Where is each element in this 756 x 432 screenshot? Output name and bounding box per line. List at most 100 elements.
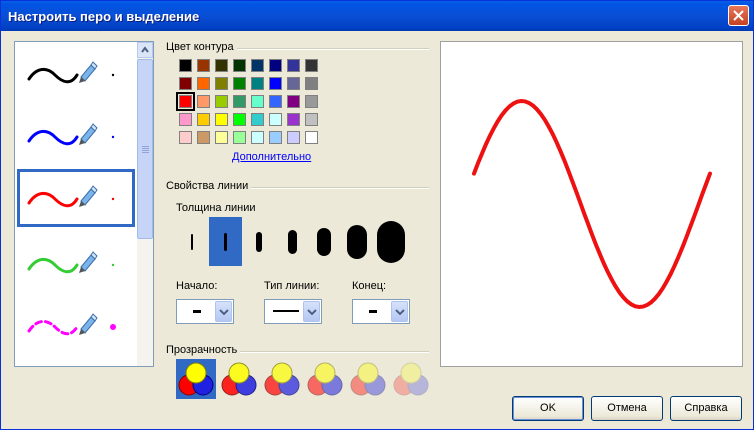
- line-type-select[interactable]: [264, 299, 322, 324]
- color-swatch[interactable]: [287, 131, 300, 144]
- end-cap-dropdown-button[interactable]: [391, 301, 408, 322]
- pen-sample: [27, 185, 115, 208]
- close-button[interactable]: [728, 5, 749, 26]
- color-swatch[interactable]: [305, 131, 318, 144]
- color-swatch[interactable]: [269, 131, 282, 144]
- thickness-mark: [191, 233, 193, 250]
- window-title: Настроить перо и выделение: [8, 9, 200, 24]
- transparency-option[interactable]: [262, 359, 302, 399]
- solid-line-icon: [273, 310, 299, 312]
- pen-settings-dialog: Настроить перо и выделение Цвет контура …: [0, 0, 754, 430]
- title-bar[interactable]: Настроить перо и выделение: [1, 1, 753, 31]
- start-label: Начало:: [176, 280, 218, 292]
- color-swatch[interactable]: [251, 59, 264, 72]
- thickness-option[interactable]: [209, 217, 242, 266]
- thickness-mark: [347, 224, 367, 259]
- color-swatch[interactable]: [179, 59, 192, 72]
- help-button[interactable]: Справка: [670, 396, 742, 421]
- color-swatch[interactable]: [233, 77, 246, 90]
- transparency-circles-icon: [178, 362, 214, 396]
- end-cap-select[interactable]: [352, 299, 410, 324]
- color-swatch[interactable]: [215, 77, 228, 90]
- color-swatch[interactable]: [197, 59, 210, 72]
- color-swatch[interactable]: [197, 77, 210, 90]
- scroll-thumb[interactable]: [137, 59, 153, 239]
- chevron-down-icon: [395, 309, 405, 316]
- color-swatch[interactable]: [215, 59, 228, 72]
- close-icon: [733, 10, 744, 21]
- color-swatch[interactable]: [215, 113, 228, 126]
- color-swatch[interactable]: [305, 113, 318, 126]
- color-swatch[interactable]: [287, 95, 300, 108]
- thickness-option[interactable]: [312, 217, 336, 266]
- color-swatch[interactable]: [269, 95, 282, 108]
- more-colors-link[interactable]: Дополнительно: [232, 151, 311, 163]
- color-swatch[interactable]: [233, 59, 246, 72]
- color-swatch[interactable]: [215, 131, 228, 144]
- transparency-circles-icon: [221, 362, 257, 396]
- transparency-circles-icon: [393, 362, 429, 396]
- pen-list-scrollbar[interactable]: [137, 42, 153, 366]
- color-swatch[interactable]: [179, 77, 192, 90]
- color-swatch[interactable]: [287, 113, 300, 126]
- dialog-body: Цвет контура Дополнительно Свойства лини…: [4, 31, 750, 427]
- line-type-dropdown-button[interactable]: [303, 301, 320, 322]
- thickness-option[interactable]: [342, 217, 372, 266]
- thickness-option[interactable]: [282, 217, 302, 266]
- pen-item[interactable]: [17, 297, 135, 355]
- end-label: Конец:: [352, 280, 387, 292]
- color-swatch[interactable]: [287, 59, 300, 72]
- thickness-option[interactable]: [374, 217, 408, 266]
- outline-color-label: Цвет контура: [166, 41, 237, 53]
- transparency-option[interactable]: [176, 359, 216, 399]
- ok-button[interactable]: OK: [512, 396, 584, 421]
- pen-sample: [27, 123, 115, 146]
- color-swatch[interactable]: [233, 113, 246, 126]
- pen-item[interactable]: [17, 235, 135, 293]
- transparency-circles-icon: [307, 362, 343, 396]
- color-swatch[interactable]: [197, 113, 210, 126]
- thickness-option[interactable]: [249, 217, 269, 266]
- color-swatch[interactable]: [179, 113, 192, 126]
- color-swatch[interactable]: [197, 95, 210, 108]
- color-swatch[interactable]: [269, 59, 282, 72]
- thickness-mark: [256, 231, 262, 252]
- color-swatch[interactable]: [251, 77, 264, 90]
- color-swatch[interactable]: [305, 95, 318, 108]
- color-swatch[interactable]: [233, 95, 246, 108]
- pen-list[interactable]: [14, 41, 154, 367]
- color-swatch[interactable]: [269, 113, 282, 126]
- start-cap-select[interactable]: [176, 299, 234, 324]
- transparency-option[interactable]: [391, 359, 431, 399]
- color-swatch[interactable]: [251, 95, 264, 108]
- color-swatch[interactable]: [215, 95, 228, 108]
- color-swatch[interactable]: [287, 77, 300, 90]
- thickness-mark: [224, 232, 227, 251]
- scroll-up-button[interactable]: [137, 42, 153, 58]
- short-dash-icon: [193, 310, 201, 313]
- pen-item[interactable]: [17, 107, 135, 165]
- color-swatch[interactable]: [179, 131, 192, 144]
- transparency-option[interactable]: [305, 359, 345, 399]
- color-swatch[interactable]: [305, 59, 318, 72]
- color-swatch[interactable]: [233, 131, 246, 144]
- transparency-option[interactable]: [348, 359, 388, 399]
- line-type-label: Тип линии:: [264, 280, 320, 292]
- thickness-option[interactable]: [182, 217, 202, 266]
- pen-sample: [27, 313, 116, 336]
- color-swatch[interactable]: [197, 131, 210, 144]
- color-swatch[interactable]: [251, 131, 264, 144]
- transparency-circles-icon: [350, 362, 386, 396]
- transparency-option[interactable]: [219, 359, 259, 399]
- color-swatch[interactable]: [305, 77, 318, 90]
- transparency-circles-icon: [264, 362, 300, 396]
- cancel-button[interactable]: Отмена: [591, 396, 663, 421]
- color-swatch[interactable]: [176, 92, 195, 111]
- line-props-label: Свойства линии: [166, 180, 252, 192]
- pen-item[interactable]: [17, 169, 135, 227]
- color-swatch[interactable]: [251, 113, 264, 126]
- start-cap-dropdown-button[interactable]: [215, 301, 232, 322]
- pen-item[interactable]: [17, 45, 135, 103]
- color-swatch[interactable]: [269, 77, 282, 90]
- pen-icon: [79, 61, 98, 83]
